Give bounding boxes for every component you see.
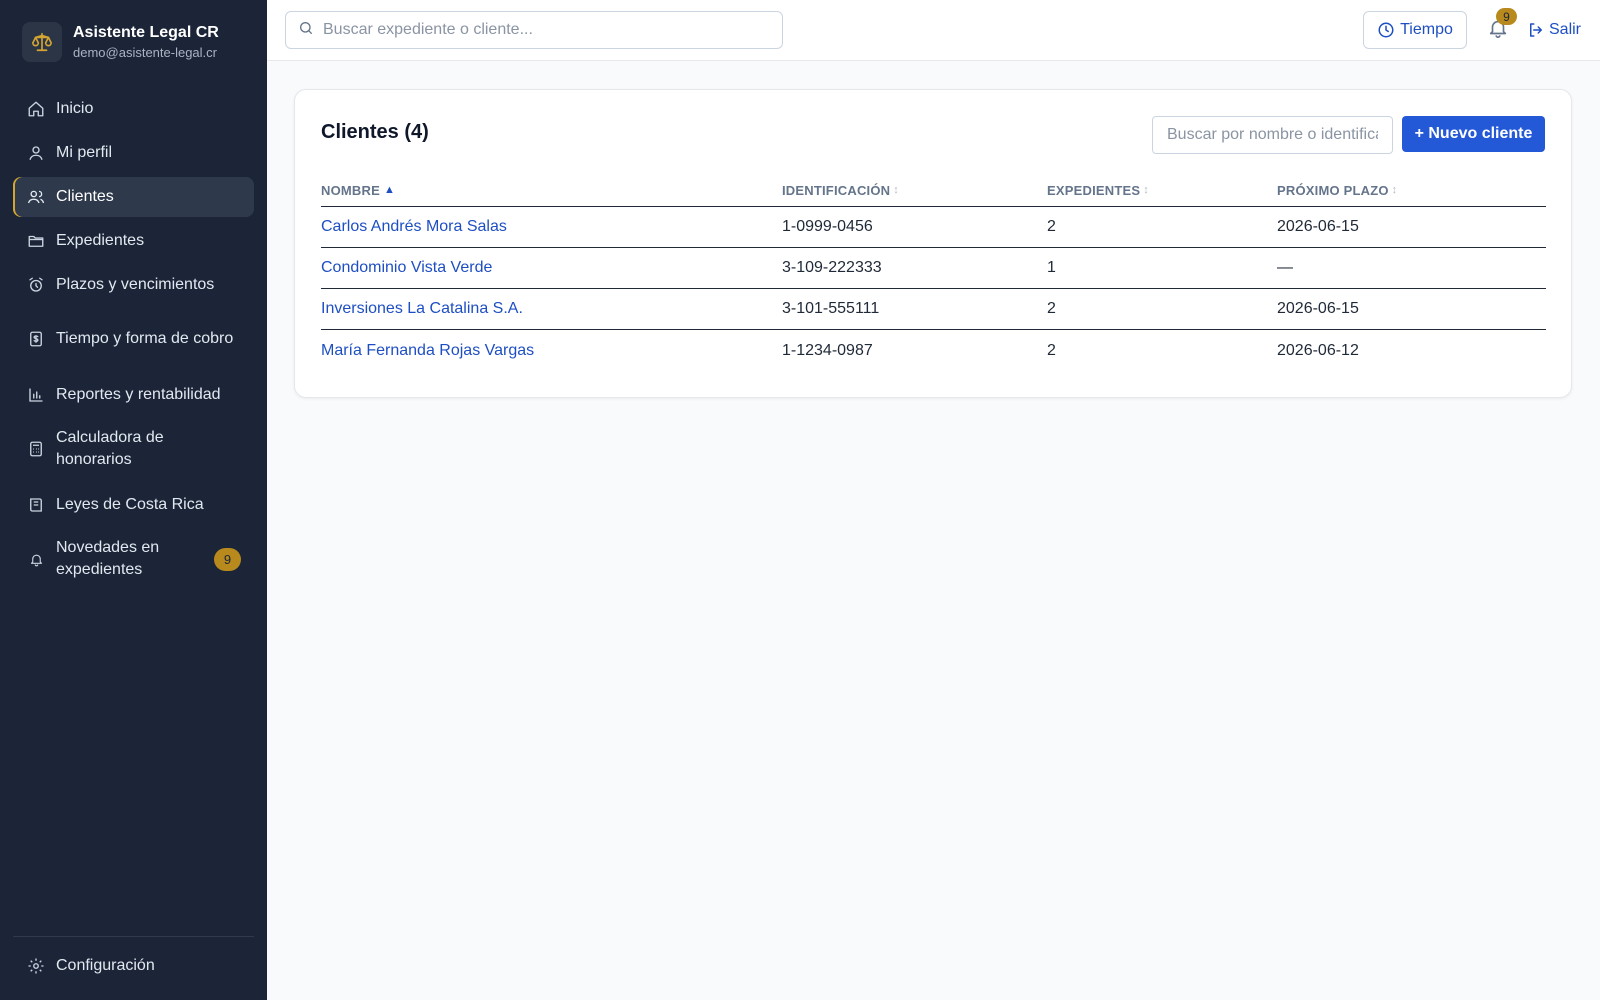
search-icon [298,20,314,41]
logout-icon [1527,21,1545,39]
calculator-icon [26,439,46,459]
sidebar: Asistente Legal CR demo@asistente-legal.… [0,0,267,1000]
column-header-identificacion[interactable]: IDENTIFICACIÓN ↕ [782,183,1047,198]
client-case-count: 2 [1047,218,1056,235]
sort-icon: ↕ [1143,184,1149,196]
users-icon [26,187,46,207]
client-next-deadline: 2026-06-15 [1277,300,1359,317]
table-header: NOMBRE ▲ IDENTIFICACIÓN ↕ EXPEDIENTES ↕ PRÓ… [321,174,1546,207]
sidebar-item-inicio[interactable]: Inicio [13,89,254,129]
sidebar-divider [13,936,254,937]
clients-card: Clientes (4) + Nuevo cliente NOMBRE▲ IDE… [294,89,1572,398]
sidebar-item-plazos[interactable]: Plazos y vencimientos [13,265,254,305]
notifications-badge: 9 [1496,8,1517,25]
topbar: Tiempo 9 Salir [267,0,1600,61]
table-row: María Fernanda Rojas Vargas 1-1234-0987 … [321,330,1546,371]
sidebar-item-label: Expedientes [56,232,145,249]
clock-icon [1377,21,1395,39]
table-row: Inversiones La Catalina S.A. 3-101-55511… [321,289,1546,330]
client-case-count: 2 [1047,341,1056,359]
client-next-deadline: 2026-06-12 [1277,341,1359,359]
sidebar-item-clientes[interactable]: Clientes [13,177,254,217]
brand: Asistente Legal CR demo@asistente-legal.… [22,22,219,62]
global-search-input[interactable] [323,21,763,39]
user-icon [26,143,46,163]
sidebar-nav: Inicio Mi perfil Clientes Expedientes Pl… [13,89,254,595]
global-search[interactable] [285,11,783,49]
bell-icon [26,549,46,569]
client-name-link[interactable]: María Fernanda Rojas Vargas [321,342,782,360]
folder-icon [26,231,46,251]
client-id: 3-109-222333 [782,259,882,276]
scales-icon [22,22,62,62]
client-id: 1-1234-0987 [782,341,873,359]
sidebar-item-label: Inicio [56,100,94,117]
client-id: 1-0999-0456 [782,218,873,235]
client-case-count: 1 [1047,259,1056,276]
sidebar-item-configuracion[interactable]: Configuración [13,946,254,986]
sidebar-item-label: Configuración [56,957,155,974]
sidebar-item-calculadora[interactable]: Calculadora de honorarios [13,419,254,479]
salir-label: Salir [1549,21,1582,38]
column-header-proximo-plazo[interactable]: PRÓXIMO PLAZO ↕ [1277,183,1546,198]
client-name-link[interactable]: Carlos Andrés Mora Salas [321,218,782,236]
sidebar-item-novedades[interactable]: Novedades en expedientes 9 [13,529,254,589]
page-title: Clientes (4) [321,121,429,143]
receipt-icon [26,329,46,349]
client-name-link[interactable]: Inversiones La Catalina S.A. [321,300,782,318]
sidebar-item-leyes[interactable]: Leyes de Costa Rica [13,485,254,525]
brand-email: demo@asistente-legal.cr [73,45,217,60]
salir-button[interactable]: Salir [1527,17,1581,43]
tiempo-button[interactable]: Tiempo [1363,11,1467,49]
table-row: Condominio Vista Verde 3-109-222333 1 — [321,248,1546,289]
sidebar-item-label: Novedades en expedientes [56,539,160,578]
sort-icon: ↕ [893,184,899,196]
column-header-expedientes[interactable]: EXPEDIENTES ↕ [1047,183,1277,198]
sidebar-item-label: Plazos y vencimientos [56,276,215,293]
sidebar-item-expedientes[interactable]: Expedientes [13,221,254,261]
brand-title: Asistente Legal CR [73,24,219,41]
sort-icon: ↕ [1391,184,1398,196]
column-header-nombre[interactable]: NOMBRE ▲ [321,183,782,198]
new-client-button[interactable]: + Nuevo cliente [1402,116,1545,152]
novedades-badge: 9 [214,547,241,571]
sidebar-item-label: Leyes de Costa Rica [56,496,204,513]
client-case-count: 2 [1047,300,1056,317]
sidebar-item-reportes[interactable]: Reportes y rentabilidad [13,375,254,415]
sidebar-item-label: Mi perfil [56,144,113,161]
client-filter-input[interactable] [1152,116,1393,154]
sort-asc-icon: ▲ [383,184,396,196]
client-name-link[interactable]: Condominio Vista Verde [321,259,782,277]
sidebar-item-tiempo-cobro[interactable]: Tiempo y forma de cobro [13,309,254,369]
table-row: Carlos Andrés Mora Salas 1-0999-0456 2 2… [321,207,1546,248]
sidebar-item-mi-perfil[interactable]: Mi perfil [13,133,254,173]
client-next-deadline: 2026-06-15 [1277,218,1359,235]
client-next-deadline: — [1277,259,1293,276]
alarm-clock-icon [26,275,46,295]
book-icon [26,495,46,515]
client-id: 3-101-555111 [782,300,880,317]
clients-table: NOMBRE ▲ IDENTIFICACIÓN ↕ EXPEDIENTES ↕ PRÓ… [321,174,1546,371]
sidebar-item-label: Tiempo y forma de cobro [56,330,234,347]
sidebar-item-label: Clientes [56,188,114,205]
sidebar-item-label: Reportes y rentabilidad [56,386,221,403]
tiempo-label: Tiempo [1400,21,1453,38]
bar-chart-icon [26,385,46,405]
sidebar-item-label: Calculadora de honorarios [56,429,164,468]
gear-icon [26,956,46,976]
home-icon [26,99,46,119]
